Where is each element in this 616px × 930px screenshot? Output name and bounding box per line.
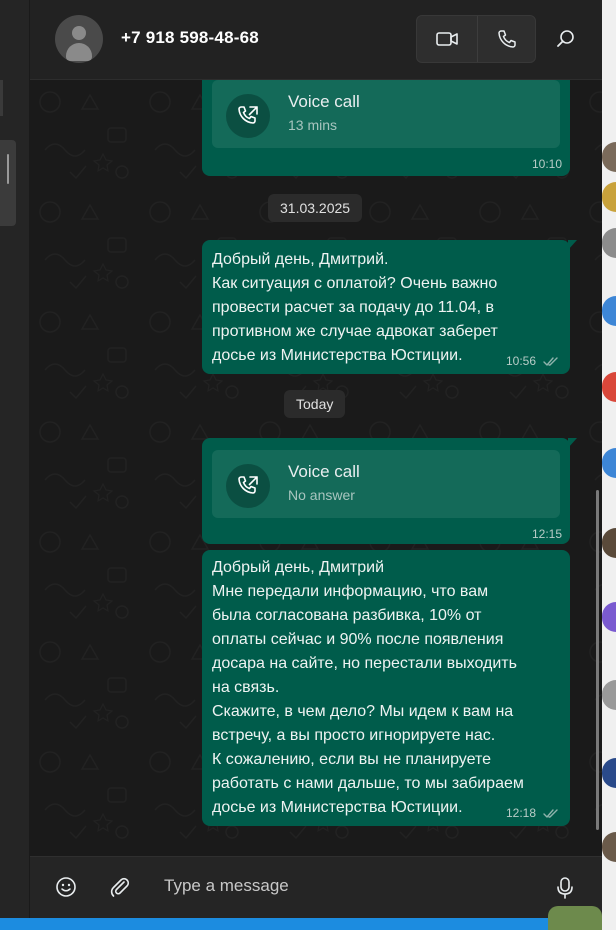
sidebar-tab-indicator [0, 80, 3, 116]
call-duration: 13 mins [288, 117, 338, 133]
search-button[interactable] [550, 22, 582, 56]
attach-button[interactable] [106, 873, 134, 901]
voice-call-button[interactable] [477, 16, 536, 62]
chat-header: +7 918 598-48-68 [30, 0, 602, 80]
emoji-button[interactable] [52, 873, 80, 901]
date-separator: 31.03.2025 [268, 194, 363, 222]
message-text: Добрый день, Дмитрий. Как ситуация с опл… [212, 251, 498, 364]
call-title: Voice call [288, 92, 360, 111]
background-app-thumbnail [548, 906, 602, 930]
search-icon [557, 30, 574, 47]
background-avatar [602, 228, 616, 258]
date-separator: Today [284, 390, 346, 418]
voice-message-button[interactable] [550, 873, 580, 903]
phone-icon [498, 30, 516, 48]
double-check-icon [543, 809, 558, 818]
call-card[interactable]: Voice call 13 mins [212, 80, 560, 148]
background-avatar [602, 448, 616, 478]
outgoing-call-icon [238, 476, 258, 494]
contact-name[interactable]: +7 918 598-48-68 [121, 28, 259, 48]
person-placeholder-body [66, 43, 92, 61]
background-avatar [602, 372, 616, 402]
call-title: Voice call [288, 462, 360, 481]
background-avatar [602, 680, 616, 710]
background-avatar [602, 142, 616, 172]
chat-scrollbar[interactable] [596, 490, 599, 830]
call-icon-circle [226, 94, 270, 138]
message-input[interactable] [164, 871, 544, 901]
text-message[interactable]: Добрый день, Дмитрий Мне передали информ… [202, 550, 570, 826]
message-text: Добрый день, Дмитрий Мне передали информ… [212, 559, 524, 816]
background-window-edge [602, 0, 616, 930]
call-message[interactable]: Voice call No answer 12:15 [202, 438, 577, 544]
message-composer [30, 856, 602, 918]
call-card[interactable]: Voice call No answer [212, 450, 560, 518]
call-status: No answer [288, 487, 355, 503]
message-time: 10:10 [531, 157, 562, 171]
sidebar-edge [0, 0, 30, 930]
os-taskbar-edge [0, 918, 602, 930]
double-check-icon [543, 357, 558, 366]
background-avatar [602, 182, 616, 212]
call-message[interactable]: Voice call 13 mins 10:10 [202, 80, 570, 176]
microphone-icon [557, 877, 573, 899]
background-avatar [602, 758, 616, 788]
background-avatar [602, 602, 616, 632]
video-call-button[interactable] [417, 16, 476, 62]
paperclip-icon [110, 877, 130, 897]
person-placeholder-icon [72, 26, 86, 40]
call-icon-circle [226, 464, 270, 508]
contact-avatar[interactable] [55, 15, 103, 63]
call-buttons-group [416, 15, 536, 63]
text-message[interactable]: Добрый день, Дмитрий. Как ситуация с опл… [202, 240, 577, 374]
message-time: 12:18 [505, 806, 536, 820]
outgoing-call-icon [238, 106, 258, 124]
background-avatar [602, 528, 616, 558]
background-avatar [602, 832, 616, 862]
background-avatar [602, 296, 616, 326]
message-time: 12:15 [531, 527, 562, 541]
message-list[interactable]: Voice call 13 mins 10:10 31.03.2025 Добр… [30, 80, 602, 856]
video-camera-icon [435, 32, 458, 46]
emoji-icon [56, 877, 76, 897]
message-time: 10:56 [505, 354, 536, 368]
sidebar-scrollbar[interactable] [0, 140, 16, 226]
